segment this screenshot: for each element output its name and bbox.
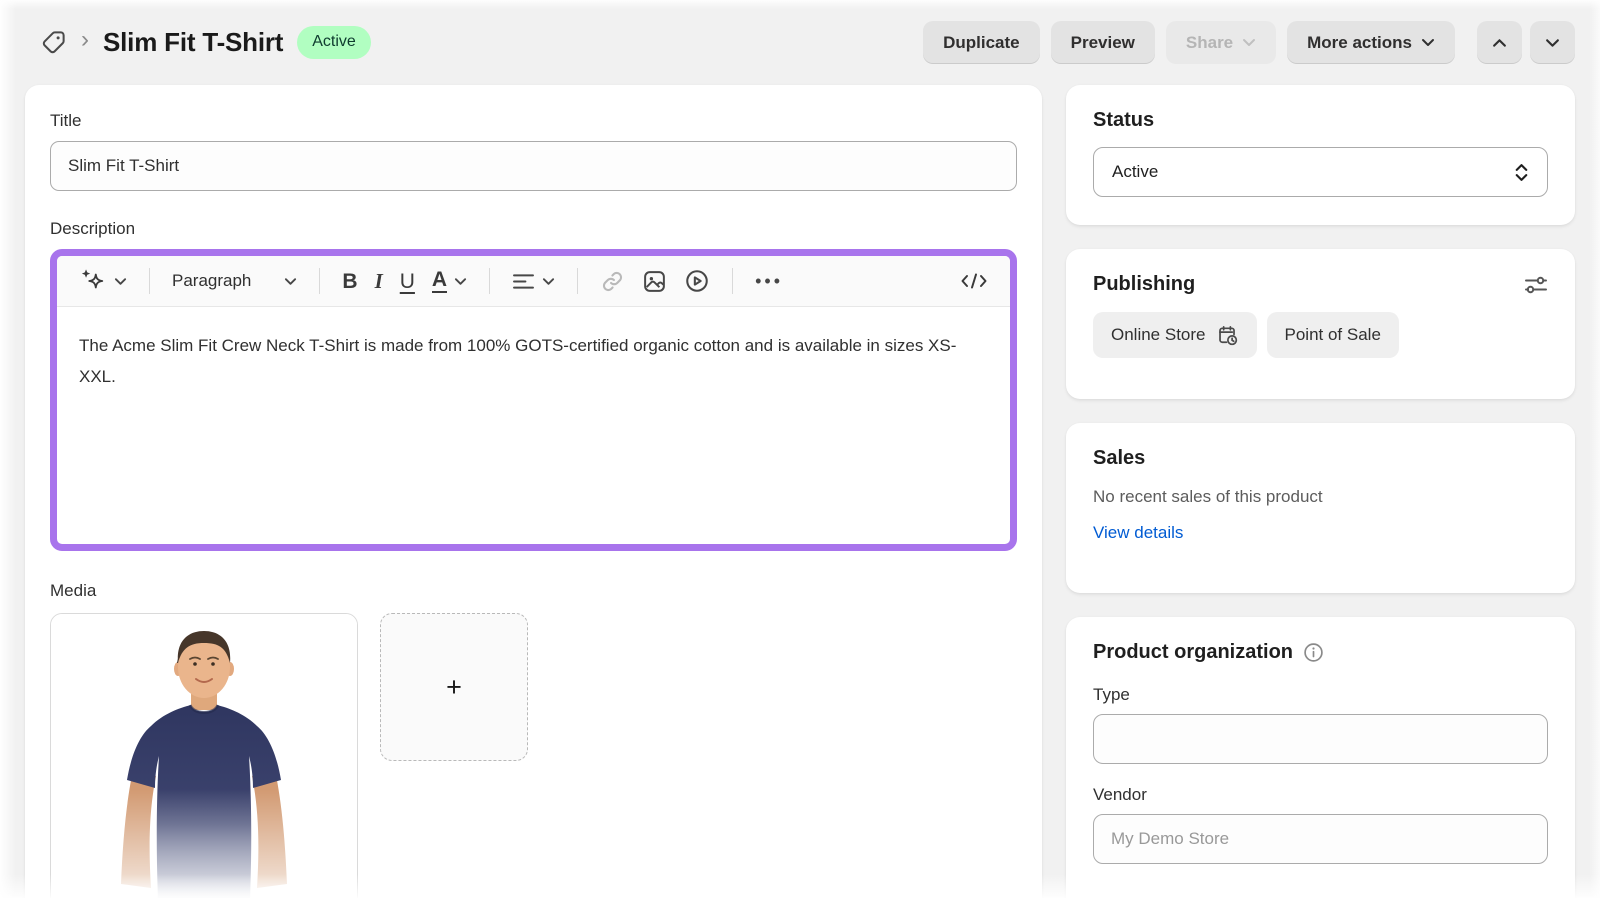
previous-record-button[interactable] xyxy=(1477,21,1522,64)
media-row: + xyxy=(50,613,1017,898)
italic-button[interactable]: I xyxy=(375,271,383,292)
underline-button[interactable]: U xyxy=(400,271,415,292)
product-photo-man-tshirt xyxy=(51,614,357,898)
edge-fade-left xyxy=(0,0,16,898)
product-media-thumbnail[interactable] xyxy=(50,613,358,898)
publishing-heading: Publishing xyxy=(1093,273,1195,296)
header-actions: Duplicate Preview Share More actions xyxy=(923,21,1575,64)
sales-card: Sales No recent sales of this product Vi… xyxy=(1066,423,1575,593)
tag-icon[interactable] xyxy=(40,29,67,56)
align-left-icon xyxy=(512,273,535,290)
type-input[interactable] xyxy=(1093,714,1548,764)
product-organization-card: Product organization Type Vendor My Demo… xyxy=(1066,617,1575,898)
ellipsis-icon: ••• xyxy=(755,271,783,292)
more-actions-label: More actions xyxy=(1307,33,1412,53)
record-pager xyxy=(1477,21,1575,64)
paragraph-style-label: Paragraph xyxy=(172,271,251,291)
text-color-button[interactable]: A xyxy=(432,269,467,293)
info-icon[interactable] xyxy=(1303,642,1324,663)
publishing-card: Publishing Online Store xyxy=(1066,249,1575,399)
toolbar-divider xyxy=(732,268,733,294)
chevron-down-icon xyxy=(284,277,297,286)
insert-image-button[interactable] xyxy=(642,269,667,294)
product-detail-page: › Slim Fit T-Shirt Active Duplicate Prev… xyxy=(0,0,1600,898)
online-store-label: Online Store xyxy=(1111,325,1206,345)
description-textarea[interactable]: The Acme Slim Fit Crew Neck T-Shirt is m… xyxy=(57,307,1001,415)
description-label: Description xyxy=(50,219,1017,239)
point-of-sale-label: Point of Sale xyxy=(1285,325,1381,345)
title-label: Title xyxy=(50,111,1017,131)
play-circle-icon xyxy=(684,268,710,294)
chevron-down-icon xyxy=(454,277,467,286)
edge-fade-right xyxy=(1590,0,1600,898)
vendor-input[interactable]: My Demo Store xyxy=(1093,814,1548,864)
sales-message: No recent sales of this product xyxy=(1093,487,1548,507)
media-section: Media xyxy=(50,581,1017,898)
breadcrumb: › Slim Fit T-Shirt Active xyxy=(40,26,371,59)
paragraph-style-dropdown[interactable]: Paragraph xyxy=(172,271,297,291)
chevron-down-icon xyxy=(1545,38,1560,48)
page-header: › Slim Fit T-Shirt Active Duplicate Prev… xyxy=(0,0,1600,85)
sliders-icon[interactable] xyxy=(1524,275,1548,295)
type-label: Type xyxy=(1093,685,1548,705)
sidebar: Status Active Publishing xyxy=(1066,85,1575,898)
image-icon xyxy=(642,269,667,294)
text-color-icon: A xyxy=(432,269,447,293)
sales-heading: Sales xyxy=(1093,447,1548,470)
chevron-down-icon xyxy=(542,277,555,286)
caret-updown-icon xyxy=(1514,163,1529,182)
editor-toolbar: Paragraph B I U xyxy=(57,256,1010,307)
plus-icon: + xyxy=(446,672,462,703)
description-section: Description xyxy=(50,219,1017,551)
link-icon xyxy=(600,269,625,294)
toolbar-divider xyxy=(319,268,320,294)
more-actions-button[interactable]: More actions xyxy=(1287,21,1455,64)
next-record-button[interactable] xyxy=(1530,21,1575,64)
magic-text-button[interactable] xyxy=(79,268,127,294)
channel-online-store[interactable]: Online Store xyxy=(1093,312,1257,358)
organization-heading: Product organization xyxy=(1093,641,1293,664)
share-button-label: Share xyxy=(1186,33,1233,53)
show-html-button[interactable] xyxy=(960,271,988,291)
media-label: Media xyxy=(50,581,1017,601)
chevron-right-icon: › xyxy=(81,28,89,52)
rich-text-editor: Paragraph B I U xyxy=(50,249,1017,551)
toolbar-divider xyxy=(577,268,578,294)
bold-icon: B xyxy=(342,271,357,292)
chevron-down-icon xyxy=(1421,38,1435,47)
add-media-button[interactable]: + xyxy=(380,613,528,761)
bold-button[interactable]: B xyxy=(342,271,357,292)
italic-icon: I xyxy=(375,271,383,292)
underline-icon: U xyxy=(400,271,415,292)
sparkles-icon xyxy=(79,268,107,294)
page-title: Slim Fit T-Shirt xyxy=(103,27,283,58)
sales-channels: Online Store Point of Sale xyxy=(1093,312,1548,358)
alignment-dropdown[interactable] xyxy=(512,273,555,290)
status-heading: Status xyxy=(1093,109,1548,132)
chevron-down-icon xyxy=(1242,38,1256,47)
status-card: Status Active xyxy=(1066,85,1575,225)
chevron-down-icon xyxy=(114,277,127,286)
share-button[interactable]: Share xyxy=(1166,21,1276,64)
preview-button[interactable]: Preview xyxy=(1051,21,1155,64)
channel-point-of-sale[interactable]: Point of Sale xyxy=(1267,312,1399,358)
chevron-up-icon xyxy=(1492,38,1507,48)
toolbar-divider xyxy=(149,268,150,294)
insert-link-button[interactable] xyxy=(600,269,625,294)
product-form-card: Title Slim Fit T-Shirt Description xyxy=(25,85,1042,898)
title-input[interactable]: Slim Fit T-Shirt xyxy=(50,141,1017,191)
status-select[interactable]: Active xyxy=(1093,147,1548,197)
calendar-clock-icon xyxy=(1216,324,1239,347)
status-select-value: Active xyxy=(1112,162,1158,182)
vendor-label: Vendor xyxy=(1093,785,1548,805)
duplicate-button[interactable]: Duplicate xyxy=(923,21,1040,64)
code-icon xyxy=(960,271,988,291)
status-badge: Active xyxy=(297,26,371,59)
toolbar-divider xyxy=(489,268,490,294)
view-details-link[interactable]: View details xyxy=(1093,523,1183,543)
insert-video-button[interactable] xyxy=(684,268,710,294)
more-formatting-button[interactable]: ••• xyxy=(755,271,783,292)
